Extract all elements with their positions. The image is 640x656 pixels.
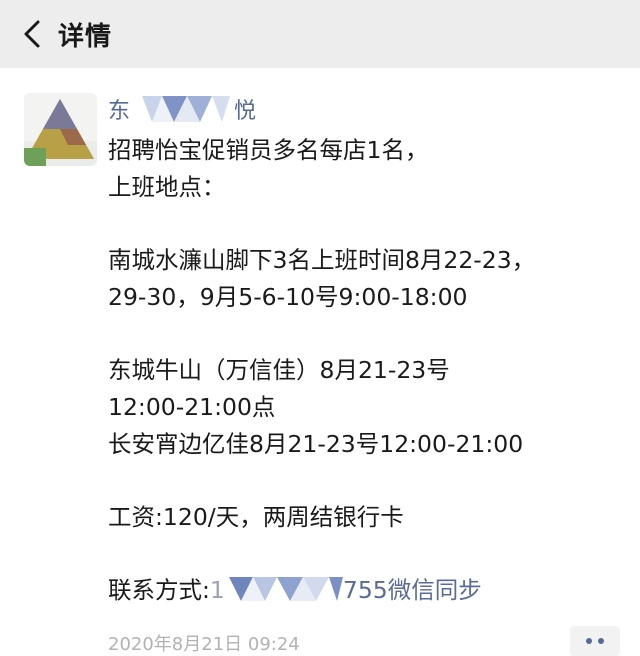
post-line: 29-30，9月5-6-10号9:00-18:00 [108,282,468,311]
post-line-blank [108,462,628,499]
post-line-blank [108,315,628,352]
phone-mosaic [225,575,343,603]
nickname-start: 东 [108,99,131,124]
top-nav-bar: 详情 [0,0,640,68]
back-button[interactable] [0,0,64,68]
contact-label: 联系方式: [108,576,210,605]
nickname-end: 悦 [234,99,257,124]
avatar-image [24,93,97,166]
post-line-blank [108,536,628,573]
more-actions-button[interactable] [570,626,620,656]
post-line-blank [108,205,628,242]
post-line: 上班地点： [108,172,226,201]
nickname-mosaic [132,94,232,124]
post-line: 长安宵边亿佳8月21-23号12:00-21:00 [108,429,524,458]
post-timestamp: 2020年8月21日 09:24 [108,634,300,655]
more-dots-icon [586,638,592,644]
post-content: 招聘怡宝促销员多名每店1名， 上班地点： 南城水濂山脚下3名上班时间8月22-2… [108,132,628,609]
back-chevron-icon [24,20,40,48]
page-title: 详情 [58,21,113,52]
post-line: 12:00-21:00点 [108,392,276,421]
contact-number-suffix[interactable]: 755微信同步 [343,576,482,604]
post-line: 东城牛山（万信佳）8月21-23号 [108,356,450,385]
contact-number-prefix[interactable]: 1 [210,576,225,604]
post-line: 工资:120/天，两周结银行卡 [108,502,404,531]
avatar[interactable] [24,93,97,166]
contact-line: 联系方式:1 755微信同步 [108,572,628,609]
more-dots-icon [598,638,604,644]
post-line: 招聘怡宝促销员多名每店1名， [108,136,429,164]
nickname[interactable]: 东 悦 [108,92,256,126]
post-line: 南城水濂山脚下3名上班时间8月22-23， [108,246,536,275]
